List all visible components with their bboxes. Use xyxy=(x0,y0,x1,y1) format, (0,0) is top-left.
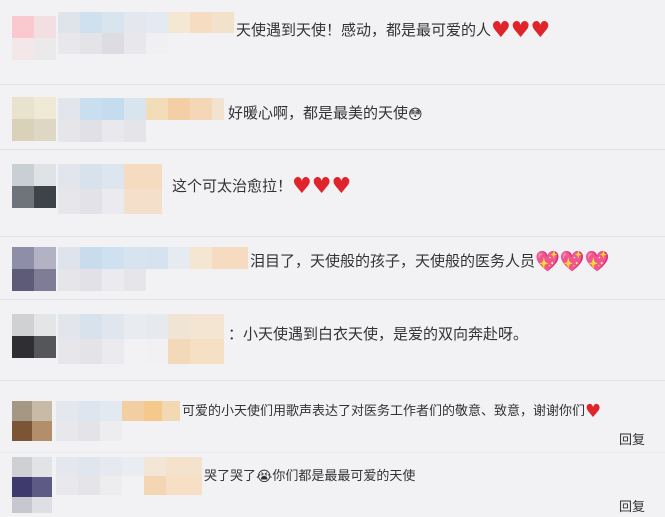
comment-text: 好暖心啊，都是最美的天使😳 xyxy=(228,104,423,123)
heart-icon: ♥ xyxy=(292,174,312,199)
comment-text: 泪目了，天使般的孩子，天使般的医务人员💖💖💖 xyxy=(250,249,610,273)
heart-icon: ♥ xyxy=(585,401,602,422)
comment-item: 天使遇到天使！感动，都是最可爱的人♥♥♥ xyxy=(0,0,665,84)
avatar[interactable] xyxy=(12,97,56,141)
username-blurred[interactable] xyxy=(58,247,248,291)
comment-text: 哭了哭了😭你们都是最最可爱的天使 xyxy=(204,469,416,485)
username-blurred[interactable] xyxy=(58,164,162,214)
heart-icon: ♥ xyxy=(491,18,511,43)
comment-text: 这个可太治愈拉！♥♥♥ xyxy=(172,174,352,199)
avatar[interactable] xyxy=(12,457,52,513)
comment-item: 哭了哭了😭你们都是最最可爱的天使 回复 xyxy=(0,453,665,517)
username-blurred[interactable] xyxy=(58,12,234,54)
crying-face-icon: 😭 xyxy=(256,469,273,485)
comment-text: 天使遇到天使！感动，都是最可爱的人♥♥♥ xyxy=(236,18,551,43)
avatar[interactable] xyxy=(12,401,52,441)
username-blurred[interactable] xyxy=(58,314,224,364)
comment-item: ：小天使遇到白衣天使，是爱的双向奔赴呀。 xyxy=(0,300,665,380)
comment-item: 可爱的小天使们用歌声表达了对医务工作者们的敬意、致意，谢谢你们♥ 回复 xyxy=(0,381,665,452)
comment-item: 好暖心啊，都是最美的天使😳 xyxy=(0,85,665,149)
heart-icon: ♥ xyxy=(530,18,551,43)
comment-text: ：小天使遇到白衣天使，是爱的双向奔赴呀。 xyxy=(228,325,529,343)
sparkle-heart-icon: 💖 xyxy=(535,249,560,273)
avatar[interactable] xyxy=(12,16,56,60)
username-blurred[interactable] xyxy=(58,98,224,142)
heart-icon: ♥ xyxy=(311,174,332,199)
reply-button[interactable]: 回复 xyxy=(619,429,645,448)
comment-item: 这个可太治愈拉！♥♥♥ xyxy=(0,150,665,236)
sparkle-heart-icon: 💖 xyxy=(559,249,585,273)
heart-icon: ♥ xyxy=(510,18,531,43)
moved-face-icon: 😳 xyxy=(408,107,423,123)
comment-item: 泪目了，天使般的孩子，天使般的医务人员💖💖💖 xyxy=(0,237,665,299)
reply-button[interactable]: 回复 xyxy=(619,496,645,515)
avatar[interactable] xyxy=(12,164,56,208)
username-blurred[interactable] xyxy=(56,457,202,495)
heart-icon: ♥ xyxy=(331,174,352,199)
avatar[interactable] xyxy=(12,247,56,291)
sparkle-heart-icon: 💖 xyxy=(584,249,610,273)
username-blurred[interactable] xyxy=(56,401,180,441)
comment-text: 可爱的小天使们用歌声表达了对医务工作者们的敬意、致意，谢谢你们♥ xyxy=(182,401,602,422)
avatar[interactable] xyxy=(12,314,56,358)
